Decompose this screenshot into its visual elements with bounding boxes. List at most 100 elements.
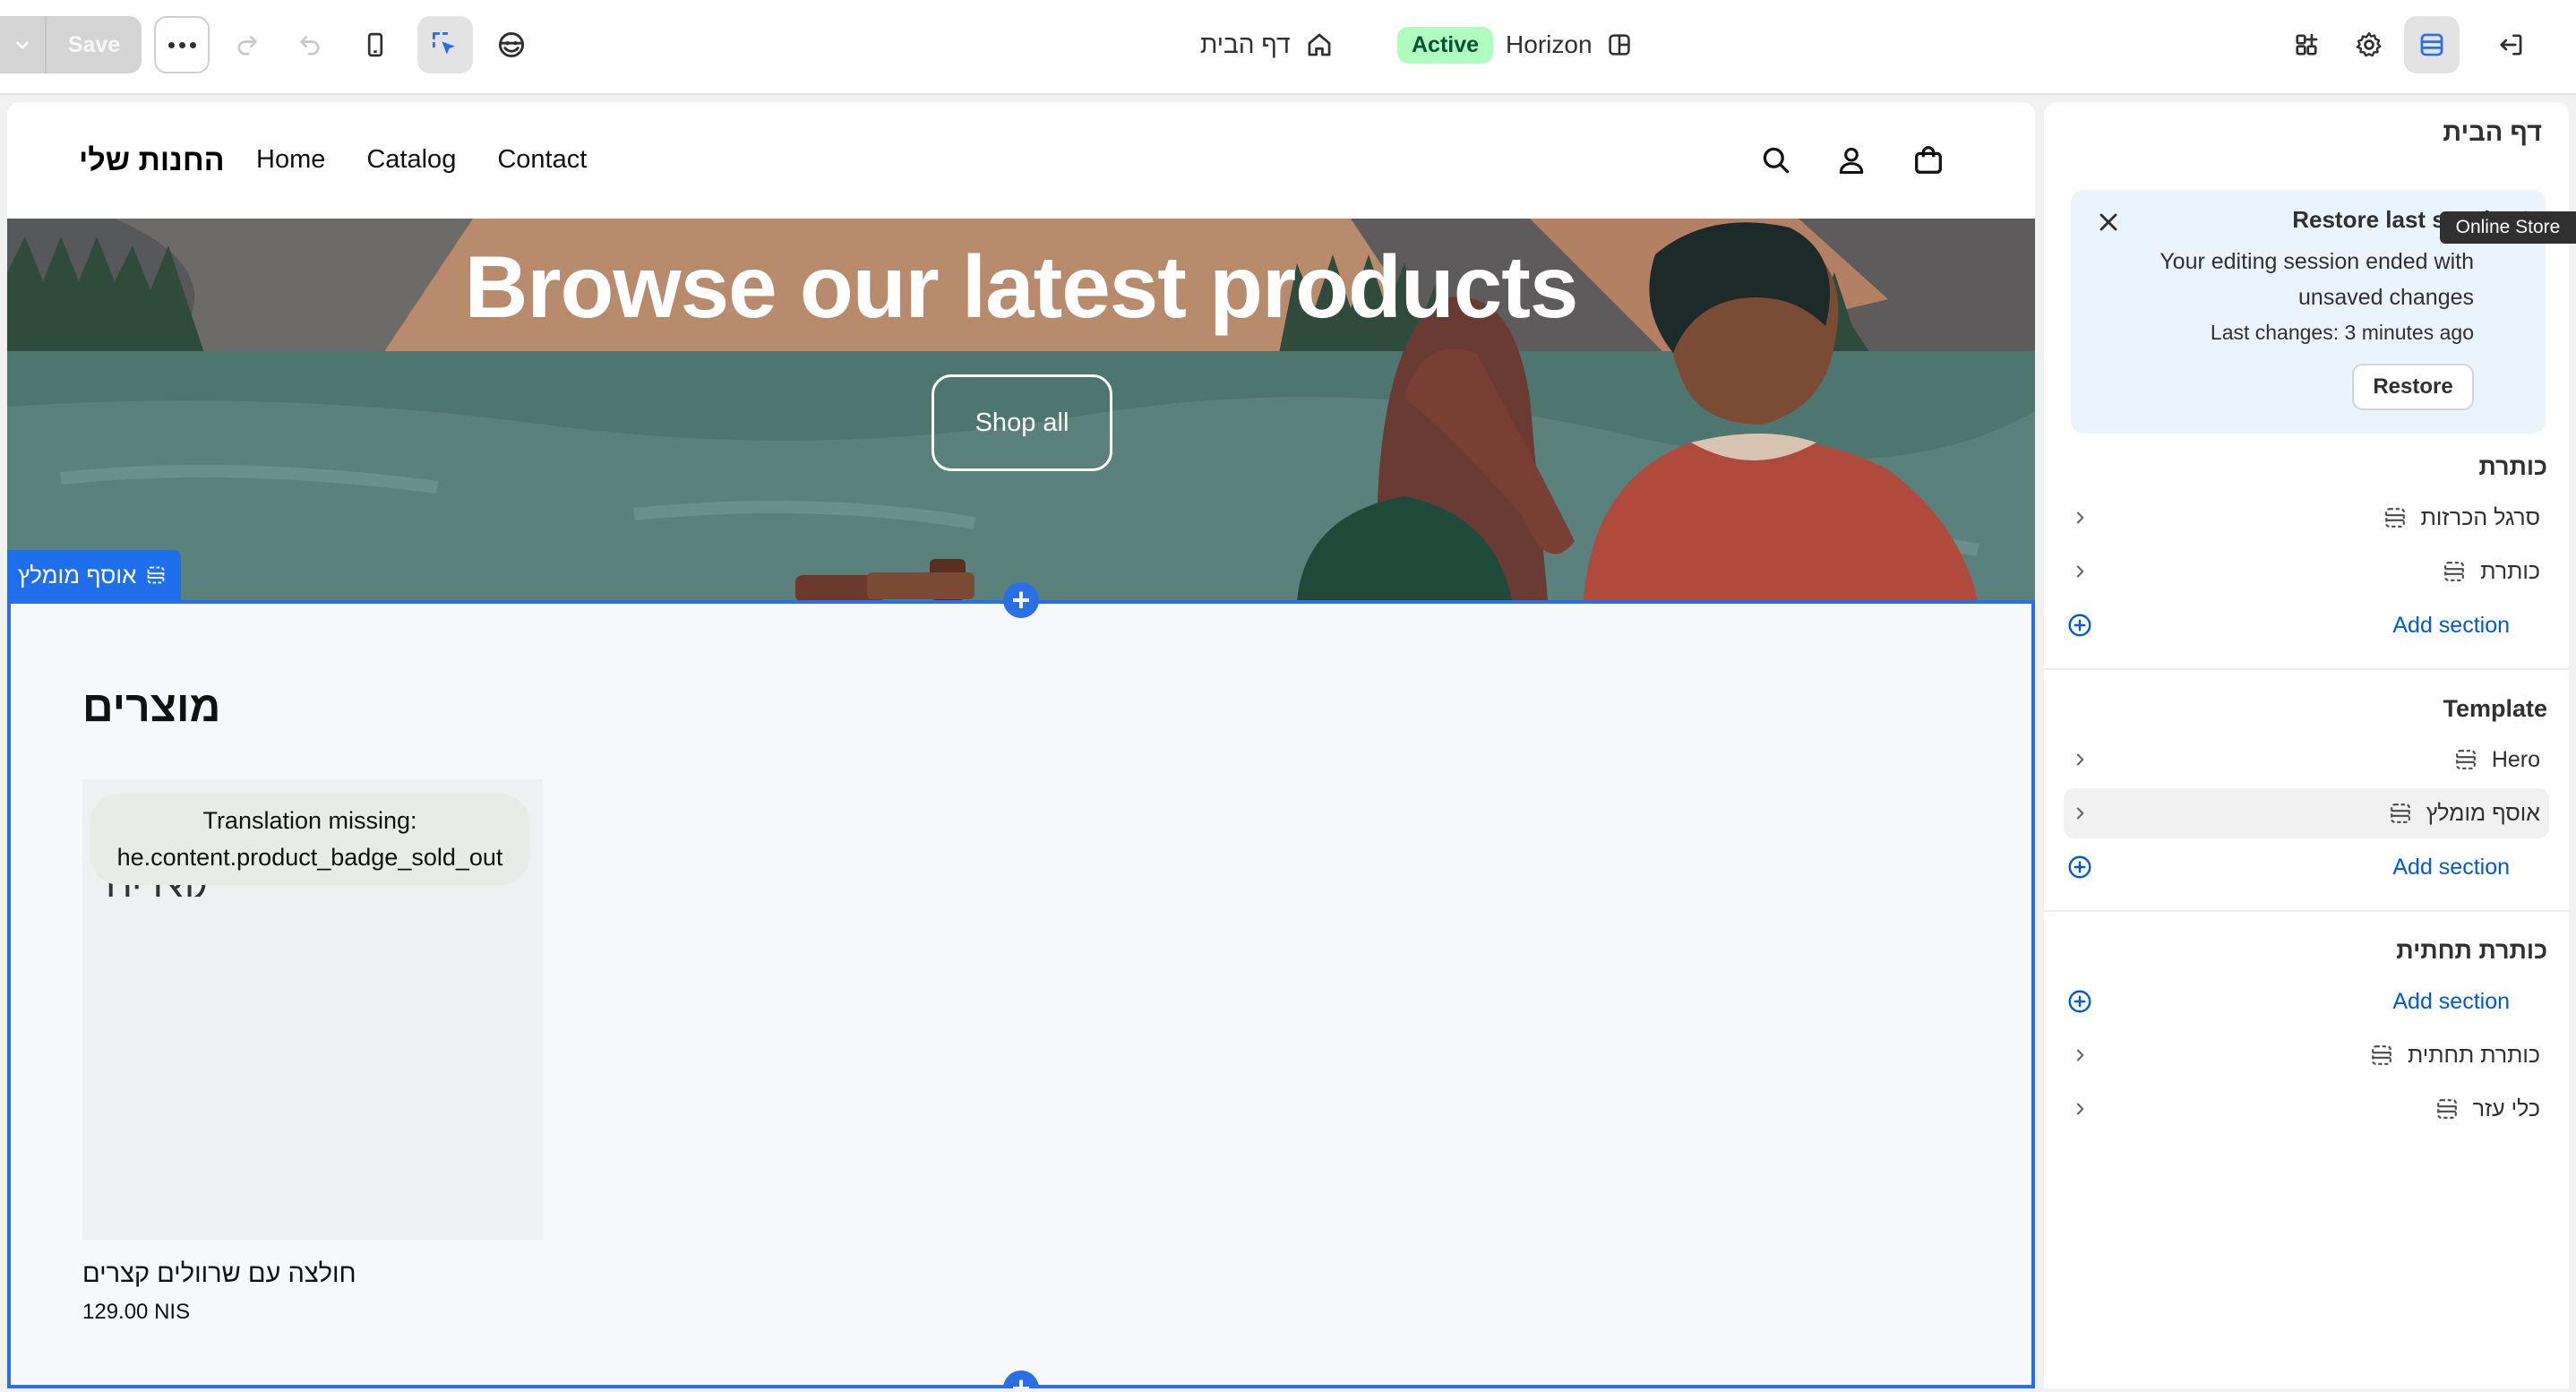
plus-icon: + (1011, 581, 1031, 618)
chevron-left-icon (2069, 749, 2091, 770)
more-actions-button[interactable] (154, 16, 210, 73)
preview-button[interactable] (484, 16, 539, 73)
sidebar-item-announcement-bar[interactable]: סרגל הכרזות (2064, 493, 2549, 543)
sidebar-item-label: כלי עזר (2472, 1096, 2540, 1121)
chevron-down-icon (16, 41, 29, 49)
theme-status-badge: Active (1397, 26, 1494, 64)
sections-sidebar: דף הבית Restore last session? Your editi… (2044, 102, 2569, 1388)
page-selector[interactable]: דף הבית (1200, 23, 1335, 66)
sidebar-item-featured-collection[interactable]: אוסף מומלץ (2064, 788, 2549, 838)
store-nav: Home Catalog Contact (256, 145, 587, 175)
save-options-button[interactable] (0, 16, 47, 73)
section-icon (2441, 558, 2468, 585)
sidebar-item-hero[interactable]: Hero (2064, 735, 2549, 785)
restore-button[interactable]: Restore (2352, 364, 2474, 410)
section-icon (2382, 504, 2409, 531)
sidebar-item-header[interactable]: כותרת (2064, 546, 2549, 597)
exit-icon (2500, 34, 2522, 56)
sections-button[interactable] (2404, 16, 2460, 73)
product-card[interactable]: קצרים Translation missing: he.content.pr… (82, 779, 543, 1325)
apps-icon (2296, 33, 2318, 56)
section-icon (2434, 1096, 2460, 1122)
store-header[interactable]: החנות שלי Home Catalog Contact (7, 102, 2035, 219)
chevron-left-icon (2069, 561, 2091, 582)
store-account-button[interactable] (1831, 140, 1872, 181)
divider (2044, 910, 2569, 912)
product-title[interactable]: חולצה עם שרוולים קצרים (82, 1259, 543, 1289)
sidebar-item-footer[interactable]: כותרת תחתית (2064, 1030, 2549, 1080)
featured-collection-section[interactable]: מוצרים קצרים Translation missing: he.con… (7, 600, 2035, 1388)
home-icon (1309, 33, 1331, 56)
nav-link-contact[interactable]: Contact (497, 145, 587, 175)
apps-button[interactable] (2279, 16, 2334, 73)
chevron-left-icon (2069, 507, 2091, 528)
redo-icon (237, 36, 257, 56)
gear-icon (2356, 32, 2382, 57)
sidebar-item-label: אוסף מומלץ (2426, 800, 2540, 826)
add-section-header-button[interactable]: Add section (2064, 600, 2549, 650)
product-image[interactable]: קצרים Translation missing: he.content.pr… (82, 779, 543, 1240)
ellipsis-icon (167, 41, 196, 48)
theme-selector[interactable]: Active Horizon (1397, 23, 1634, 66)
store-logo[interactable]: החנות שלי (79, 143, 225, 178)
selected-section-tag[interactable]: אוסף מומלץ (7, 550, 182, 600)
page-title: דף הבית (1200, 30, 1291, 58)
add-section-above-button[interactable]: + (1003, 582, 1039, 618)
save-button[interactable]: Save (47, 32, 142, 58)
undo-icon (300, 36, 320, 56)
preview-icon (498, 31, 525, 58)
store-preview[interactable]: החנות שלי Home Catalog Contact Browse ou… (7, 102, 2035, 1388)
restore-message: Your editing session ended with unsaved … (2160, 249, 2474, 310)
search-icon (1763, 147, 1790, 174)
nav-link-home[interactable]: Home (256, 145, 325, 175)
sidebar-item-label: כותרת (2480, 558, 2540, 584)
section-icon (2452, 746, 2479, 773)
store-search-button[interactable] (1756, 140, 1797, 181)
add-section-footer-button[interactable]: Add section (2064, 976, 2549, 1027)
sold-out-badge: Translation missing: he.content.product_… (90, 794, 530, 885)
inspector-button[interactable] (417, 16, 473, 73)
device-preview-button[interactable] (348, 16, 403, 73)
user-icon (1839, 147, 1864, 175)
sidebar-item-label: כותרת תחתית (2408, 1042, 2540, 1068)
editor-toolbar: Save דף הבית Active Horizon (0, 0, 2576, 95)
dismiss-restore-button[interactable] (2094, 208, 2123, 236)
section-icon (2368, 1042, 2395, 1069)
undo-button[interactable] (281, 16, 337, 73)
exit-button[interactable] (2483, 16, 2538, 73)
plus-icon: + (1011, 1370, 1031, 1389)
chevron-left-icon (2069, 1098, 2091, 1120)
shop-all-button[interactable]: Shop all (932, 374, 1112, 471)
section-tag-label: אוסף מומלץ (18, 561, 137, 589)
hero-section[interactable]: Browse our latest products Shop all (7, 219, 2035, 600)
sidebar-item-label: סרגל הכרזות (2420, 504, 2540, 530)
add-circle-icon (2064, 985, 2096, 1018)
add-section-template-button[interactable]: Add section (2064, 842, 2549, 892)
sections-icon (2420, 33, 2443, 56)
add-section-label: Add section (2392, 612, 2510, 638)
nav-link-catalog[interactable]: Catalog (366, 145, 456, 175)
chevron-left-icon (2069, 1044, 2091, 1066)
sidebar-item-label: Hero (2491, 746, 2540, 772)
shopping-bag-icon (1915, 146, 1942, 174)
sidebar-item-utilities[interactable]: כלי עזר (2064, 1084, 2549, 1134)
group-title-footer: כותרת תחתית (2396, 937, 2547, 964)
store-cart-button[interactable] (1908, 140, 1949, 181)
mobile-icon (367, 32, 383, 57)
right-toolbar (2218, 16, 2576, 73)
close-icon (2099, 213, 2117, 231)
chevron-left-icon (2069, 803, 2091, 824)
layout-icon (1608, 34, 1630, 56)
theme-settings-button[interactable] (2341, 16, 2397, 73)
online-store-tooltip: Online Store (2440, 211, 2576, 244)
group-title-template: Template (2443, 695, 2547, 722)
group-title-header: כותרת (2478, 453, 2547, 480)
save-button-group: Save (0, 16, 142, 73)
select-cursor-icon (432, 31, 455, 55)
sidebar-title: דף הבית (2443, 118, 2542, 147)
theme-name: Horizon (1506, 30, 1593, 58)
redo-button[interactable] (220, 16, 276, 73)
section-icon (148, 566, 165, 584)
restore-last-changes: Last changes: 3 minutes ago (2210, 321, 2474, 344)
collection-heading: מוצרים (82, 683, 221, 731)
